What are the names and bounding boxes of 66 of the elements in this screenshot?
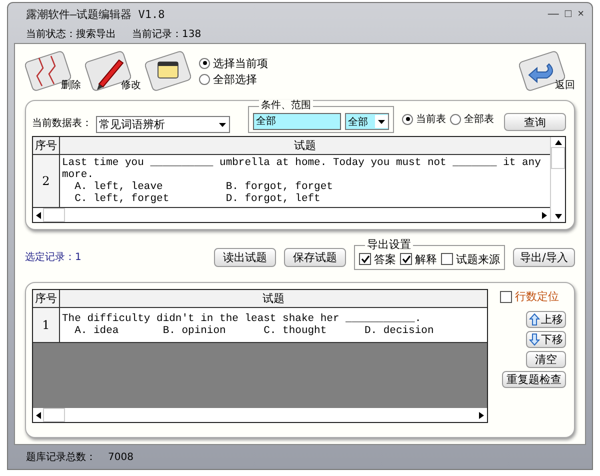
radio-button[interactable] <box>199 58 210 68</box>
checkbox[interactable] <box>400 253 412 265</box>
scroll-right-icon <box>542 212 547 218</box>
column-header: 序号 <box>33 290 60 307</box>
minimize-button[interactable]: — <box>546 8 561 20</box>
radio-label: 选择当前项 <box>213 56 268 70</box>
column-header: 试题 <box>60 290 487 307</box>
scroll-up-icon <box>554 140 562 145</box>
checkbox-label: 试题来源 <box>456 252 500 266</box>
row-number: 2 <box>33 155 60 207</box>
radio-label: 当前表 <box>416 112 446 126</box>
radio-label: 全部表 <box>464 112 494 126</box>
scroll-right-icon <box>479 412 484 418</box>
vertical-scrollbar[interactable] <box>550 137 565 222</box>
checkbox-label: 解释 <box>415 252 437 266</box>
radio-button[interactable] <box>450 114 461 124</box>
toolbar-button[interactable]: 删除 <box>25 50 81 94</box>
scroll-thumb[interactable] <box>43 208 65 222</box>
scroll-thumb[interactable] <box>551 147 565 169</box>
total-value: 7008 <box>108 452 134 462</box>
down-arrow-icon <box>529 333 540 346</box>
scroll-down-icon <box>554 214 562 219</box>
radio-button[interactable] <box>402 114 413 124</box>
side-button[interactable]: 重复题检查 <box>502 371 566 388</box>
table-dropdown[interactable]: 常见词语辨析 <box>96 116 230 133</box>
scroll-left-icon <box>36 212 41 218</box>
group-legend: 条件、范围 <box>259 100 313 112</box>
radio-button[interactable] <box>199 74 210 84</box>
selected-count: 选定记录：1 <box>25 250 82 264</box>
side-button[interactable]: 下移 <box>526 331 566 348</box>
group-legend: 导出设置 <box>365 238 413 250</box>
dropdown-arrow-icon <box>219 122 226 126</box>
total-label: 题库记录总数： <box>26 450 96 464</box>
close-button[interactable]: × <box>576 8 586 20</box>
window-title: 露潮软件—试题编辑器 V1.8 <box>26 6 166 22</box>
range-dropdown[interactable]: 全部 <box>345 113 389 130</box>
export-import-button[interactable]: 导出/导入 <box>513 248 575 266</box>
checkbox[interactable] <box>359 253 371 265</box>
question-cell[interactable]: Last time you __________ umbrella at home. Today you must not _______ it any more. A. left, leave B. forgot, forget C. left, forget D. forgot, left <box>60 155 550 207</box>
checkbox[interactable] <box>500 290 512 302</box>
up-arrow-icon <box>529 313 540 326</box>
maximize-button[interactable]: □ <box>562 8 574 20</box>
column-header: 序号 <box>33 137 60 154</box>
back-button[interactable]: 返回 <box>519 50 575 94</box>
query-button[interactable]: 查询 <box>504 113 566 131</box>
horizontal-scrollbar[interactable] <box>33 208 550 222</box>
action-button[interactable]: 读出试题 <box>214 248 276 266</box>
side-button[interactable]: 清空 <box>526 351 566 368</box>
horizontal-scrollbar[interactable] <box>33 408 487 422</box>
scroll-thumb[interactable] <box>43 408 65 422</box>
checkbox[interactable] <box>441 253 453 265</box>
record-text: 当前记录：138 <box>132 28 202 41</box>
checkbox-label: 答案 <box>374 252 396 266</box>
row-number: 1 <box>33 308 60 342</box>
condition-field[interactable]: 全部 <box>253 113 341 130</box>
status-text: 当前状态：搜索导出 <box>26 28 116 41</box>
checkbox-label: 行数定位 <box>515 289 559 304</box>
toolbar-button[interactable]: 修改 <box>85 50 141 94</box>
radio-label: 全部选择 <box>213 72 257 86</box>
action-button[interactable]: 保存试题 <box>284 248 346 266</box>
scroll-left-icon <box>36 412 41 418</box>
column-header: 试题 <box>60 137 550 154</box>
question-cell[interactable]: The difficulty didn't in the least shake her ___________. A. idea B. opinion C. thought D. decision <box>60 308 487 342</box>
side-button[interactable]: 上移 <box>526 311 566 328</box>
dropdown-arrow-icon <box>378 120 385 124</box>
table-label: 当前数据表： <box>32 116 92 130</box>
